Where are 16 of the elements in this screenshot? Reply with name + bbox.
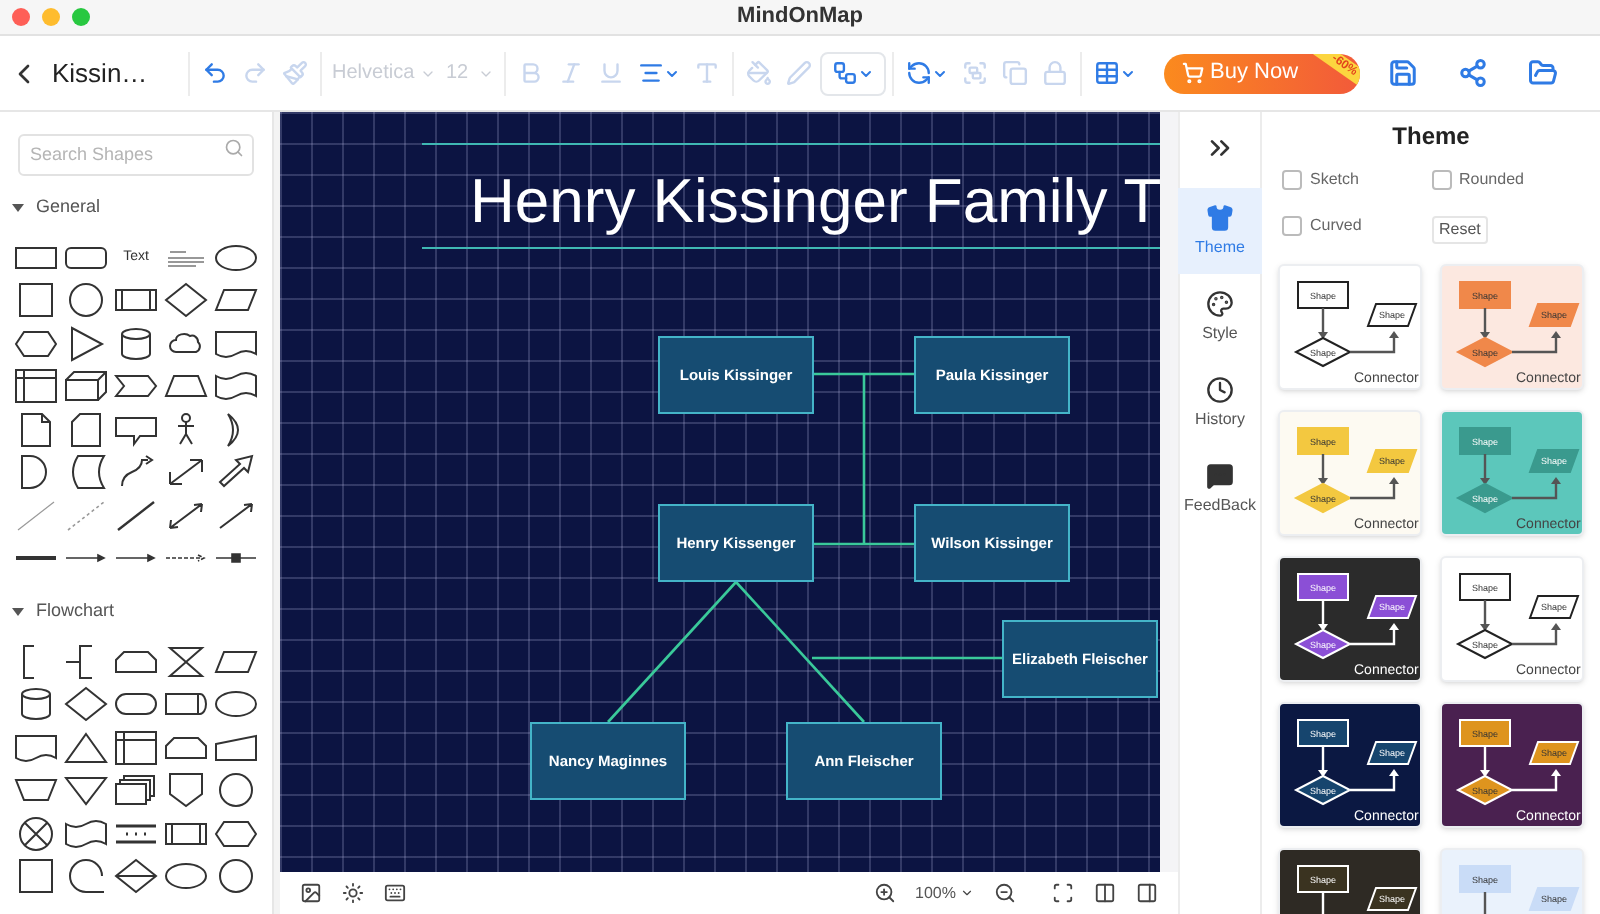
side-tab[interactable]: Theme <box>1178 188 1262 274</box>
zoom-select[interactable]: 100% <box>915 881 956 905</box>
section-header[interactable]: Flowchart <box>36 598 115 626</box>
side-tab[interactable]: FeedBack <box>1178 446 1262 532</box>
search-field[interactable]: Search Shapes <box>18 133 254 175</box>
panel-title: Theme <box>1390 120 1472 154</box>
document-title[interactable]: Kissin… <box>52 53 188 93</box>
section-header[interactable]: General <box>36 194 101 222</box>
side-tab[interactable]: Style <box>1178 274 1262 360</box>
reset-button[interactable]: Reset <box>1431 216 1489 244</box>
side-tab[interactable]: History <box>1178 360 1262 446</box>
checkbox-label: Curved <box>1310 214 1362 238</box>
window-title: MindOnMap <box>737 2 863 33</box>
checkbox-label: Rounded <box>1459 168 1524 192</box>
checkbox-label: Sketch <box>1310 168 1359 192</box>
diagram-title: Henry Kissinger Family T <box>470 164 1160 240</box>
